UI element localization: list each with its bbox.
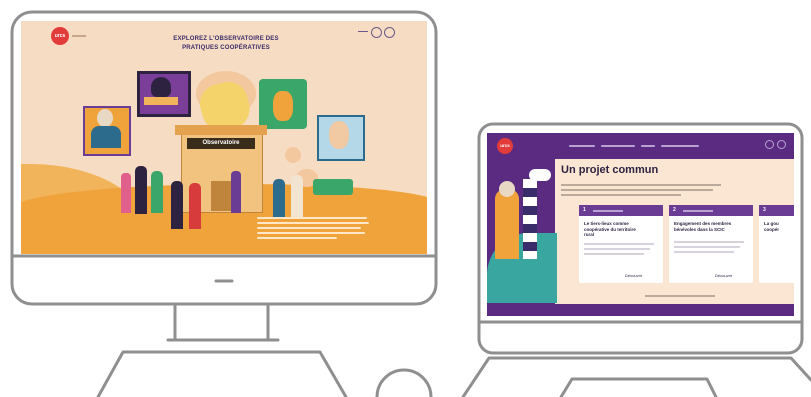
menu-line bbox=[358, 31, 368, 32]
portrait-laptop-1 bbox=[144, 97, 178, 105]
intro-text-line bbox=[561, 189, 713, 191]
card-link[interactable]: Découvrir bbox=[625, 273, 642, 278]
intro-text-line bbox=[561, 194, 681, 196]
hero-headline-2: PRATIQUES COOPÉRATIVES bbox=[182, 45, 270, 51]
person-d bbox=[171, 181, 183, 229]
building-sign-text: Observatoire bbox=[202, 140, 240, 146]
card-text-line bbox=[674, 251, 734, 253]
card-text-line bbox=[674, 241, 744, 243]
card-text-line bbox=[584, 243, 654, 245]
nav-item[interactable] bbox=[601, 145, 635, 147]
cloud bbox=[529, 169, 551, 181]
nav-item[interactable] bbox=[641, 145, 655, 147]
logo-tagline bbox=[72, 35, 86, 37]
intro-text-line bbox=[257, 222, 369, 224]
person-f bbox=[231, 171, 241, 213]
card-tag bbox=[593, 210, 623, 212]
page-title: Un projet commun bbox=[561, 164, 659, 176]
nav-item[interactable] bbox=[569, 145, 595, 147]
portrait-person-4 bbox=[97, 109, 113, 127]
portrait-person-1 bbox=[151, 77, 171, 97]
card-title-line: bénévoles dans la SCIC bbox=[674, 226, 725, 232]
desktop-screen: urcs EXPLOREZ L'OBSERVATOIRE DES PRATIQU… bbox=[21, 21, 427, 254]
card-text-line bbox=[674, 246, 740, 248]
hero-headline-1: EXPLOREZ L'OBSERVATOIRE DES bbox=[173, 36, 279, 42]
search-icon[interactable] bbox=[371, 27, 382, 38]
person-head bbox=[499, 181, 515, 197]
menu-icon[interactable] bbox=[384, 27, 395, 38]
card-number: 1 bbox=[583, 207, 586, 213]
project-card[interactable]: 2 Engagement des membres bénévoles dans … bbox=[669, 205, 753, 283]
keyboard bbox=[96, 350, 348, 397]
observatoire-sign: Observatoire bbox=[187, 138, 255, 149]
intro-text-line bbox=[257, 217, 367, 219]
card-title-line: coopér bbox=[764, 226, 780, 232]
intro-text-line bbox=[561, 184, 721, 186]
bubble-1 bbox=[285, 147, 301, 163]
mouse bbox=[375, 368, 433, 397]
person-c bbox=[151, 171, 163, 213]
intro-text-line bbox=[257, 227, 361, 229]
portrait-person-4-body bbox=[91, 126, 121, 148]
building-door bbox=[211, 181, 231, 211]
card-number: 2 bbox=[673, 207, 676, 213]
card-header: 1 bbox=[579, 205, 663, 216]
intro-text-line bbox=[257, 232, 365, 234]
person-h bbox=[291, 175, 303, 219]
card-number: 3 bbox=[763, 207, 766, 213]
laptop-screen: urcs Un projet commun 1 Le tiers-lieux c… bbox=[487, 133, 794, 316]
portrait-person-3 bbox=[329, 121, 349, 149]
lighthouse-tower bbox=[523, 179, 537, 259]
person-g bbox=[273, 179, 285, 219]
site-logo[interactable]: urcs bbox=[51, 27, 69, 45]
logo-text: urcs bbox=[500, 143, 510, 148]
search-icon[interactable] bbox=[765, 140, 774, 149]
card-text-line bbox=[584, 248, 650, 250]
nav-item[interactable] bbox=[661, 145, 699, 147]
card-header: 2 bbox=[669, 205, 753, 216]
card-header: 3 bbox=[759, 205, 794, 216]
project-card[interactable]: 3 La gou coopér bbox=[759, 205, 794, 283]
card-text-line bbox=[584, 253, 644, 255]
project-card[interactable]: 1 Le tiers-lieux comme coopérative du te… bbox=[579, 205, 663, 283]
person-a bbox=[121, 173, 131, 213]
card-link[interactable]: Découvrir bbox=[715, 273, 732, 278]
card-title-line: rural bbox=[584, 232, 595, 237]
laptop-touchpad bbox=[559, 377, 718, 397]
logo-text: urcs bbox=[54, 33, 66, 39]
card-tag bbox=[683, 210, 713, 212]
observatoire-roof bbox=[175, 125, 267, 135]
see-all-link[interactable] bbox=[645, 295, 715, 297]
imac-stand bbox=[173, 303, 270, 342]
site-logo[interactable]: urcs bbox=[497, 138, 513, 154]
person-with-beard bbox=[495, 189, 519, 259]
intro-text-line bbox=[257, 237, 337, 239]
person-e bbox=[189, 183, 201, 229]
bench-group bbox=[313, 179, 353, 195]
portrait-person-2 bbox=[273, 91, 293, 121]
person-b bbox=[135, 166, 147, 214]
menu-icon[interactable] bbox=[777, 140, 786, 149]
